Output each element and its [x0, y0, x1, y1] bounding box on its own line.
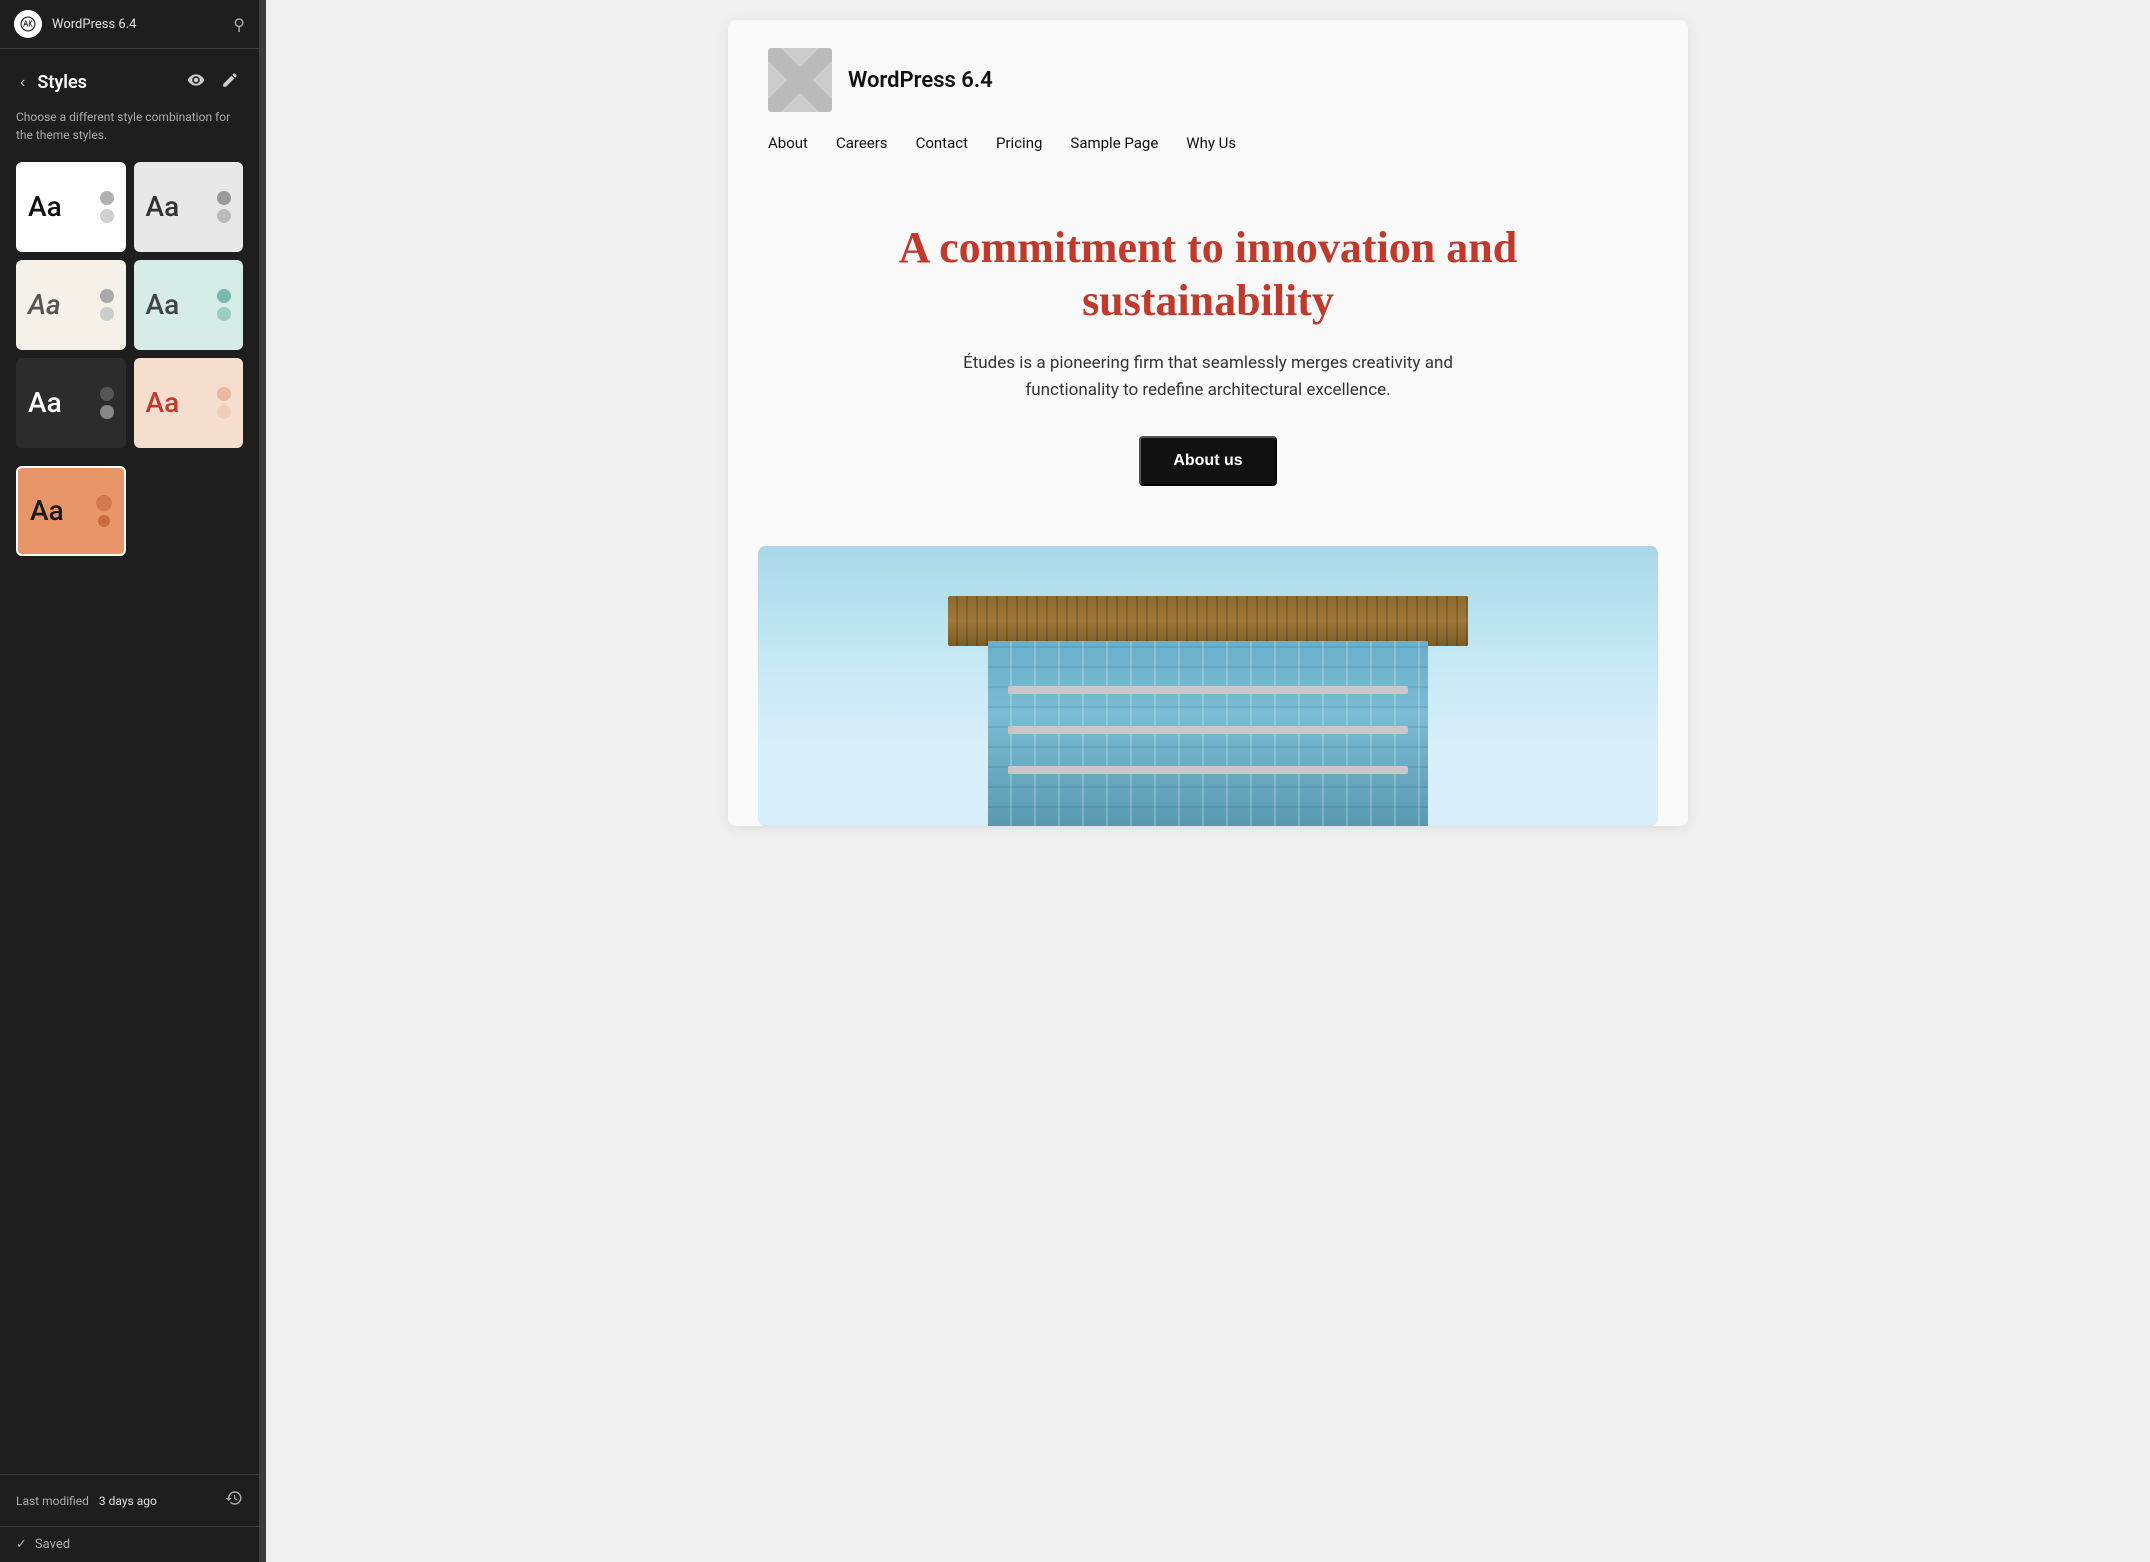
style-card-orange[interactable]: Aa [16, 466, 126, 556]
sidebar-footer: Last modified 3 days ago [0, 1474, 259, 1526]
nav-item-pricing[interactable]: Pricing [996, 134, 1042, 152]
style-card-label: Aa [28, 193, 62, 221]
building-structure [968, 586, 1448, 826]
dot-2 [100, 307, 114, 321]
hero-title: A commitment to innovation and sustainab… [768, 222, 1648, 328]
dot-group [100, 387, 114, 419]
dot-1 [100, 289, 114, 303]
styles-panel: ‹ Styles Choose a different style combin… [0, 49, 259, 1474]
saved-bar: ✓ Saved [0, 1526, 259, 1562]
nav-item-about[interactable]: About [768, 134, 808, 152]
building-overlay [758, 546, 1658, 826]
dot-2 [98, 515, 110, 527]
sidebar-top-bar: WordPress 6.4 ⚲ [0, 0, 259, 49]
style-card-mint[interactable]: Aa [134, 260, 244, 350]
last-modified-label: Last modified [16, 1494, 89, 1508]
search-icon[interactable]: ⚲ [233, 15, 245, 34]
cta-button[interactable]: About us [1139, 436, 1276, 486]
style-card-label: Aa [146, 291, 180, 319]
style-card-cream[interactable]: Aa [16, 260, 126, 350]
style-card-peach[interactable]: Aa [134, 358, 244, 448]
site-logo [768, 48, 832, 112]
dot-group [217, 289, 231, 321]
hero-subtitle: Études is a pioneering firm that seamles… [918, 350, 1498, 404]
metal-bar-3 [1008, 766, 1408, 774]
dot-2 [217, 209, 231, 223]
site-title: WordPress 6.4 [848, 68, 993, 93]
preview-card: WordPress 6.4 About Careers Contact Pric… [728, 20, 1688, 826]
preview-header: WordPress 6.4 About Careers Contact Pric… [728, 20, 1688, 172]
dot-group [100, 289, 114, 321]
preview-brand: WordPress 6.4 [768, 48, 1648, 112]
dot-2 [100, 405, 114, 419]
style-card-white[interactable]: Aa [16, 162, 126, 252]
dot-1 [217, 387, 231, 401]
saved-label: Saved [35, 1537, 70, 1552]
nav-item-careers[interactable]: Careers [836, 134, 888, 152]
back-button[interactable]: ‹ [16, 72, 29, 94]
dot-2 [100, 209, 114, 223]
last-modified-value: 3 days ago [99, 1494, 215, 1508]
dot-group [96, 495, 112, 527]
dot-group [217, 387, 231, 419]
nav-item-sample-page[interactable]: Sample Page [1070, 134, 1158, 152]
preview-button[interactable] [183, 67, 209, 98]
style-card-light-gray[interactable]: Aa [134, 162, 244, 252]
wp-logo [14, 10, 42, 38]
dot-2 [217, 405, 231, 419]
style-card-label: Aa [146, 193, 180, 221]
style-card-label: Aa [28, 291, 61, 319]
preview-hero: A commitment to innovation and sustainab… [728, 172, 1688, 526]
style-card-label: Aa [28, 389, 62, 417]
nav-item-contact[interactable]: Contact [916, 134, 968, 152]
building-roof [948, 596, 1468, 646]
dot-1 [217, 289, 231, 303]
styles-description: Choose a different style combination for… [16, 108, 243, 144]
style-card-label: Aa [30, 497, 64, 525]
app-title: WordPress 6.4 [52, 17, 223, 32]
sidebar: WordPress 6.4 ⚲ ‹ Styles Choose a differ… [0, 0, 260, 1562]
styles-actions [183, 67, 243, 98]
style-card-label: Aa [146, 389, 180, 417]
dot-1 [100, 387, 114, 401]
dot-2 [217, 307, 231, 321]
dot-1 [96, 495, 112, 511]
preview-nav: About Careers Contact Pricing Sample Pag… [768, 134, 1648, 152]
dot-1 [100, 191, 114, 205]
styles-title: Styles [37, 72, 175, 93]
styles-header: ‹ Styles [16, 67, 243, 98]
preview-area: WordPress 6.4 About Careers Contact Pric… [266, 0, 2150, 1562]
dot-group [217, 191, 231, 223]
metal-bar-1 [1008, 686, 1408, 694]
dot-1 [217, 191, 231, 205]
hero-image [758, 546, 1658, 826]
style-card-dark[interactable]: Aa [16, 358, 126, 448]
checkmark-icon: ✓ [16, 1537, 27, 1552]
dot-group [100, 191, 114, 223]
metal-bar-2 [1008, 726, 1408, 734]
nav-item-why-us[interactable]: Why Us [1186, 134, 1236, 152]
edit-button[interactable] [217, 67, 243, 98]
history-button[interactable] [225, 1489, 243, 1512]
style-grid: Aa Aa Aa [16, 162, 243, 448]
